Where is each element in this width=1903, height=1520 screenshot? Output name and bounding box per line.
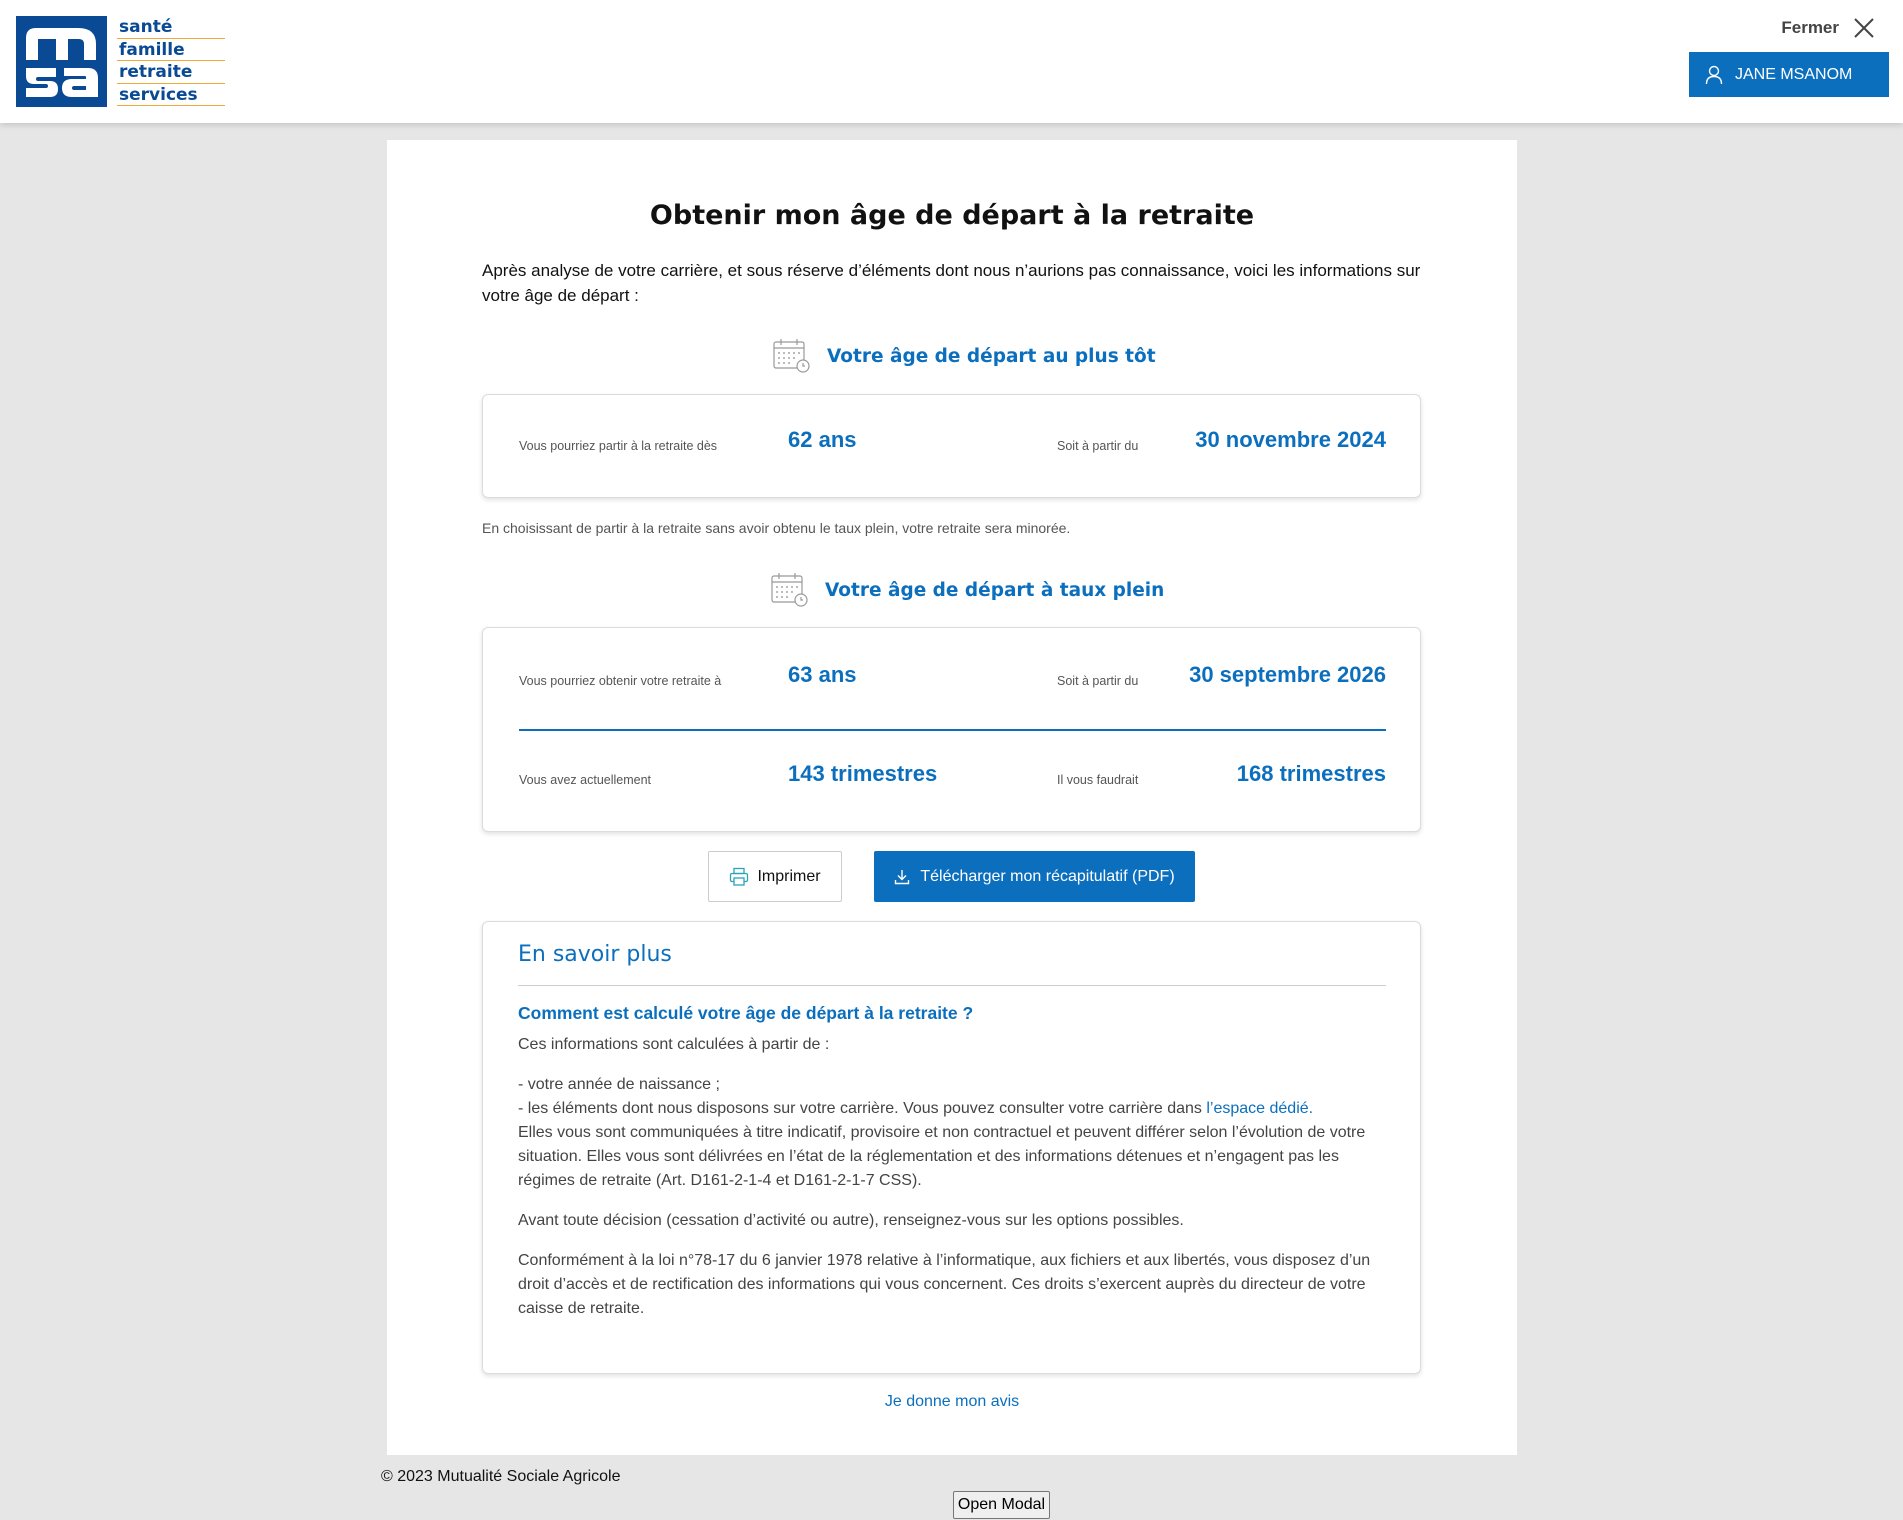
- learn-more-body: Ces informations sont calculées à partir…: [518, 1033, 1386, 1337]
- logo-word: santé: [117, 16, 225, 39]
- logo-word: services: [117, 84, 225, 106]
- required-quarters-value: 168 trimestres: [1236, 761, 1386, 786]
- footer-copyright: © 2023 Mutualité Sociale Agricole: [381, 1468, 621, 1485]
- full-rate-date-label: Soit à partir du: [1057, 674, 1139, 688]
- learn-more-title: En savoir plus: [518, 942, 672, 967]
- msa-logo-letters-graphic: [26, 28, 98, 97]
- intro-text: Après analyse de votre carrière, et sous…: [482, 261, 1421, 305]
- earliest-age-heading: Votre âge de départ au plus tôt: [773, 338, 1156, 374]
- box-divider: [519, 729, 1386, 731]
- download-pdf-button[interactable]: Télécharger mon récapitulatif (PDF): [874, 851, 1195, 902]
- top-header: santé famille retraite services Fermer J…: [0, 0, 1903, 123]
- earliest-date-value: 30 novembre 2024: [1195, 427, 1386, 452]
- user-account-button[interactable]: JANE MSANOM: [1689, 52, 1889, 97]
- bullet-birth-year: - votre année de naissance ;: [518, 1076, 720, 1093]
- feedback-link[interactable]: Je donne mon avis: [387, 1393, 1517, 1411]
- full-rate-date-value: 30 septembre 2026: [1189, 662, 1386, 687]
- bullet-career-suffix: .: [1308, 1100, 1314, 1117]
- logo-word: retraite: [117, 61, 225, 84]
- full-rate-age-value: 63 ans: [788, 662, 857, 687]
- full-rate-age-row: Vous pourriez obtenir votre retraite à 6…: [519, 662, 1386, 702]
- current-quarters-label: Vous avez actuellement: [519, 773, 652, 787]
- bullet-career-prefix: - les éléments dont nous disposons sur v…: [518, 1100, 1207, 1117]
- learn-more-question: Comment est calculé votre âge de départ …: [518, 1003, 974, 1023]
- quarters-row: Vous avez actuellement 143 trimestres Il…: [519, 761, 1386, 801]
- section-heading-text: Votre âge de départ au plus tôt: [827, 345, 1156, 367]
- calendar-icon: [771, 573, 808, 607]
- close-label: Fermer: [1781, 18, 1839, 37]
- reduced-pension-note: En choisissant de partir à la retraite s…: [482, 520, 1071, 536]
- full-rate-age-label: Vous pourriez obtenir votre retraite à: [519, 674, 722, 688]
- logo-word: famille: [117, 39, 225, 61]
- earliest-age-value: 62 ans: [788, 427, 857, 452]
- close-icon: [1854, 18, 1874, 38]
- current-quarters-value: 143 trimestres: [788, 761, 938, 786]
- open-modal-button[interactable]: Open Modal: [953, 1491, 1050, 1519]
- close-button[interactable]: Fermer: [1781, 16, 1875, 40]
- learn-more-divider: [518, 985, 1386, 986]
- download-icon: [895, 869, 910, 884]
- required-quarters-label: Il vous faudrait: [1057, 773, 1139, 787]
- full-rate-box: Vous pourriez obtenir votre retraite à 6…: [482, 627, 1421, 832]
- user-icon: [1705, 65, 1723, 84]
- earliest-date-label: Soit à partir du: [1057, 439, 1139, 453]
- full-rate-heading: Votre âge de départ à taux plein: [771, 572, 1164, 608]
- decision-advice-text: Avant toute décision (cessation d’activi…: [518, 1212, 1184, 1229]
- msa-logo-wordmark: santé famille retraite services: [117, 16, 225, 106]
- main-content-card: Obtenir mon âge de départ à la retraite …: [387, 140, 1517, 1455]
- calendar-icon: [773, 339, 810, 373]
- earliest-age-row: Vous pourriez partir à la retraite dès 6…: [519, 427, 1386, 467]
- section-heading-text: Votre âge de départ à taux plein: [825, 579, 1165, 601]
- print-button[interactable]: Imprimer: [708, 851, 842, 902]
- learn-more-box: En savoir plus Comment est calculé votre…: [482, 921, 1421, 1374]
- page-title: Obtenir mon âge de départ à la retraite: [649, 200, 1255, 231]
- user-name: JANE MSANOM: [1735, 65, 1853, 83]
- download-label: Télécharger mon récapitulatif (PDF): [920, 867, 1175, 885]
- msa-logo[interactable]: santé famille retraite services: [16, 16, 225, 108]
- print-label: Imprimer: [757, 867, 821, 885]
- privacy-law-text: Conformément à la loi n°78-17 du 6 janvi…: [518, 1252, 1371, 1317]
- earliest-age-box: Vous pourriez partir à la retraite dès 6…: [482, 394, 1421, 498]
- dedicated-space-link[interactable]: l’espace dédié: [1206, 1100, 1308, 1117]
- earliest-age-label: Vous pourriez partir à la retraite dès: [519, 439, 718, 453]
- printer-icon: [730, 867, 749, 886]
- learn-more-intro: Ces informations sont calculées à partir…: [518, 1036, 830, 1053]
- indicative-info-text: Elles vous sont communiquées à titre ind…: [518, 1124, 1366, 1189]
- learn-more-details: - votre année de naissance ; - les éléme…: [518, 1073, 1386, 1193]
- msa-logo-mark: [16, 16, 107, 107]
